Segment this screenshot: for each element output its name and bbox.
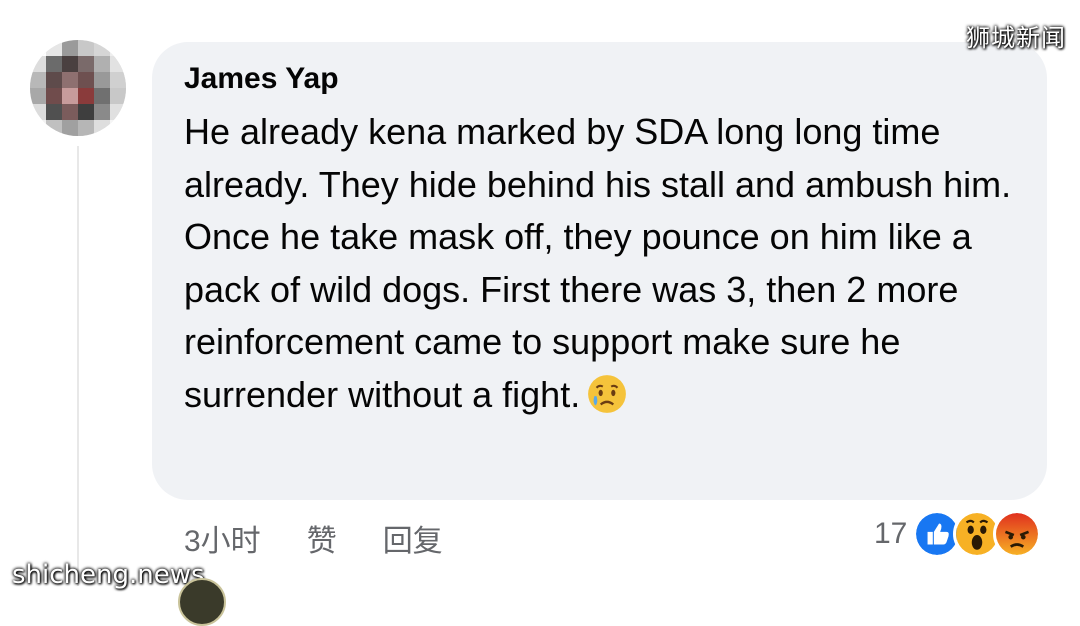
next-avatar xyxy=(178,578,226,626)
reactions-summary[interactable]: 17 xyxy=(874,510,1042,558)
watermark-brand-en: shicheng.news xyxy=(12,560,205,590)
watermark-brand-cn: 狮城新闻 xyxy=(966,24,1066,52)
comment-actions: 3小时 赞 回复 xyxy=(184,516,489,560)
thread-line xyxy=(77,146,79,586)
comment-text: He already kena marked by SDA long long … xyxy=(184,106,1034,421)
comment-author[interactable]: James Yap xyxy=(184,62,339,96)
sad-tear-emoji xyxy=(588,374,627,413)
comment-body: He already kena marked by SDA long long … xyxy=(184,111,1012,415)
reply-button[interactable]: 回复 xyxy=(383,516,443,560)
like-button[interactable]: 赞 xyxy=(307,516,337,560)
angry-icon xyxy=(993,510,1042,558)
avatar[interactable] xyxy=(30,40,126,136)
comment-time[interactable]: 3小时 xyxy=(184,516,261,560)
reaction-count: 17 xyxy=(874,517,908,550)
